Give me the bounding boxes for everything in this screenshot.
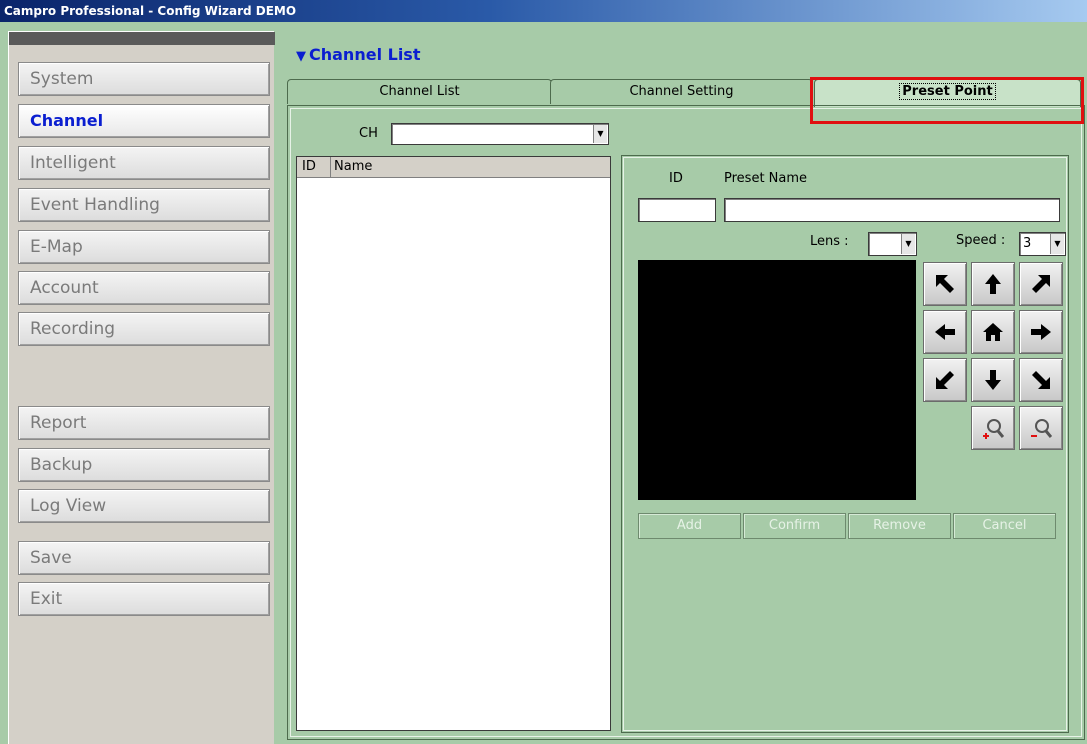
preset-id-label: ID: [669, 171, 683, 186]
ptz-down-right-button[interactable]: [1019, 358, 1063, 402]
tab-label: Channel Setting: [629, 84, 734, 99]
home-icon: [983, 323, 1003, 341]
video-preview: [638, 260, 916, 500]
up-arrow-icon: [985, 274, 1001, 294]
zoom-out-icon: [1031, 419, 1052, 438]
ptz-right-button[interactable]: [1019, 310, 1063, 354]
speed-label: Speed :: [956, 233, 1006, 248]
ptz-up-right-button[interactable]: [1019, 262, 1063, 306]
tab-label: Preset Point: [899, 83, 996, 100]
collapse-caret-icon: ▼: [296, 49, 306, 64]
right-arrow-icon: [1031, 324, 1051, 340]
tab-preset-point[interactable]: Preset Point: [814, 79, 1081, 107]
lens-select[interactable]: ▼: [868, 232, 917, 256]
nav-recording-button[interactable]: Recording: [18, 312, 270, 346]
up-left-arrow-icon: [936, 275, 954, 293]
speed-select[interactable]: 3 ▼: [1019, 232, 1066, 256]
ptz-up-button[interactable]: [971, 262, 1015, 306]
down-arrow-icon: [985, 370, 1001, 390]
ch-label: CH: [359, 126, 378, 141]
column-id[interactable]: ID: [297, 157, 331, 177]
nav-channel-button[interactable]: Channel: [18, 104, 270, 138]
sidebar: System Channel Intelligent Event Handlin…: [8, 31, 275, 744]
add-button[interactable]: Add: [638, 513, 741, 539]
nav-exit-button[interactable]: Exit: [18, 582, 270, 616]
window-title: Campro Professional - Config Wizard DEMO: [4, 4, 297, 18]
main-content: ▼ Channel List Channel List Channel Setti…: [276, 31, 1087, 744]
chevron-down-icon[interactable]: ▼: [901, 234, 915, 254]
column-name[interactable]: Name: [331, 157, 610, 177]
section-title-label: Channel List: [309, 45, 421, 64]
tab-channel-setting[interactable]: Channel Setting: [550, 79, 813, 104]
tab-channel-list[interactable]: Channel List: [287, 79, 552, 104]
nav-backup-button[interactable]: Backup: [18, 448, 270, 482]
nav-event-handling-button[interactable]: Event Handling: [18, 188, 270, 222]
zoom-out-button[interactable]: [1019, 406, 1063, 450]
list-header: ID Name: [297, 157, 610, 178]
sidebar-header-strip: [9, 32, 275, 45]
nav-save-button[interactable]: Save: [18, 541, 270, 575]
tab-label: Channel List: [379, 84, 460, 99]
down-right-arrow-icon: [1032, 371, 1050, 389]
confirm-button[interactable]: Confirm: [743, 513, 846, 539]
cancel-button[interactable]: Cancel: [953, 513, 1056, 539]
preset-name-field[interactable]: [724, 198, 1060, 222]
nav-report-button[interactable]: Report: [18, 406, 270, 440]
left-arrow-icon: [935, 324, 955, 340]
nav-system-button[interactable]: System: [18, 62, 270, 96]
nav-log-view-button[interactable]: Log View: [18, 489, 270, 523]
window-title-bar: Campro Professional - Config Wizard DEMO: [0, 0, 1087, 22]
chevron-down-icon[interactable]: ▼: [593, 125, 607, 143]
chevron-down-icon[interactable]: ▼: [1050, 234, 1064, 254]
ptz-left-button[interactable]: [923, 310, 967, 354]
ptz-up-left-button[interactable]: [923, 262, 967, 306]
channel-select[interactable]: ▼: [391, 123, 609, 145]
ptz-down-button[interactable]: [971, 358, 1015, 402]
preset-id-field[interactable]: [638, 198, 716, 222]
nav-emap-button[interactable]: E-Map: [18, 230, 270, 264]
section-title: ▼ Channel List: [296, 45, 420, 64]
zoom-in-icon: [983, 419, 1004, 439]
down-left-arrow-icon: [936, 371, 954, 389]
zoom-in-button[interactable]: [971, 406, 1015, 450]
lens-label: Lens :: [810, 234, 849, 249]
preset-name-label: Preset Name: [724, 171, 808, 186]
remove-button[interactable]: Remove: [848, 513, 951, 539]
ptz-home-button[interactable]: [971, 310, 1015, 354]
nav-account-button[interactable]: Account: [18, 271, 270, 305]
nav-intelligent-button[interactable]: Intelligent: [18, 146, 270, 180]
channel-listbox[interactable]: ID Name: [296, 156, 611, 731]
ptz-down-left-button[interactable]: [923, 358, 967, 402]
speed-select-value: 3: [1023, 236, 1032, 251]
up-right-arrow-icon: [1032, 275, 1050, 293]
